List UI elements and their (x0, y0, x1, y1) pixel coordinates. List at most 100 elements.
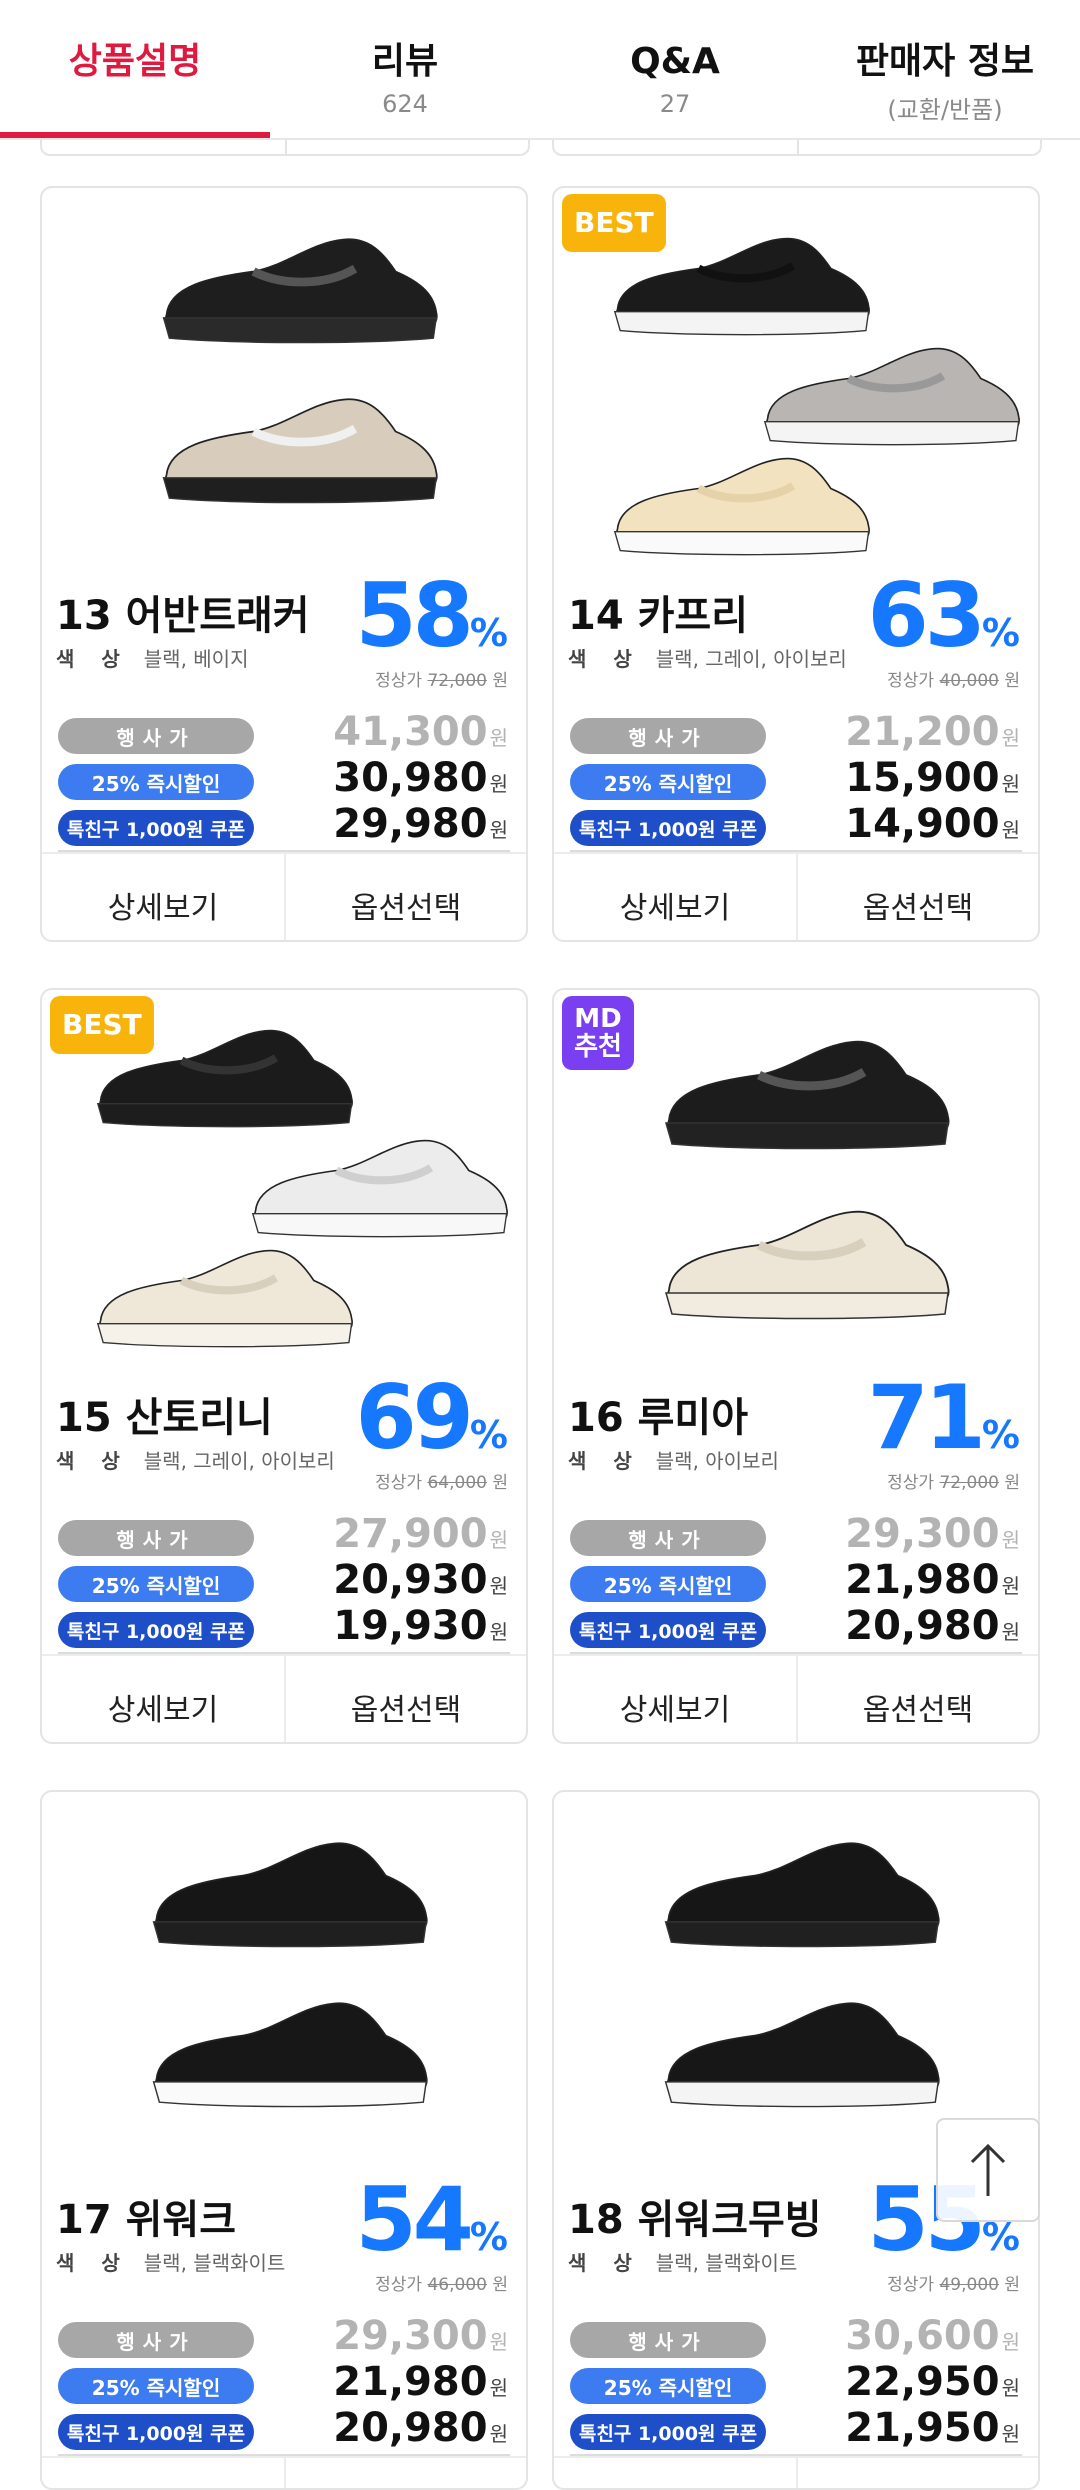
event-price: 29,300 원 (333, 2314, 508, 2364)
product-colors: 색 상 블랙, 그레이, 아이보리 (56, 1445, 335, 1474)
orig-value: 72,000 (427, 671, 487, 691)
option-select-button[interactable]: 옵션선택 (284, 854, 526, 940)
coupon-pill: 톡친구 1,000원 쿠폰 (58, 2414, 254, 2450)
product-title[interactable]: 18 위워크무빙 (568, 2187, 822, 2245)
event-price: 21,200 원 (845, 710, 1020, 760)
discount-value: 63 (867, 564, 985, 667)
percent-sign: % (469, 1413, 508, 1457)
tab-label: 판매자 정보 (855, 41, 1035, 82)
coupon-pill: 톡친구 1,000원 쿠폰 (58, 1612, 254, 1648)
option-select-button[interactable]: 옵션선택 (796, 854, 1038, 940)
card-actions: 상세보기 옵션선택 (554, 1654, 1038, 1742)
event-price-pill: 행사가 (570, 718, 766, 754)
instant-discount-pill: 25% 즉시할인 (58, 2368, 254, 2404)
product-colors: 색 상 블랙, 블랙화이트 (568, 2247, 797, 2276)
event-price: 41,300 원 (333, 710, 508, 760)
price-value: 29,300 (333, 2313, 488, 2359)
detail-button[interactable]: 상세보기 (554, 854, 796, 940)
product-card[interactable]: 13 어반트래커 색 상 블랙, 베이지 58% 정상가 72,000 원 행사가… (40, 186, 528, 942)
tab-reviews[interactable]: 리뷰 624 (270, 0, 540, 138)
orig-prefix: 정상가 (375, 1473, 423, 1493)
product-card[interactable]: BEST 14 카프리 색 상 블랙, 그레이, 아이보리 63% 정상가 40,… (552, 186, 1040, 942)
tab-qna[interactable]: Q&A 27 (540, 0, 810, 138)
color-values: 블랙, 베이지 (143, 647, 249, 671)
tab-label: 상품설명 (68, 41, 202, 82)
event-price: 29,300 원 (845, 1512, 1020, 1562)
discount-value: 54 (355, 2168, 473, 2271)
original-price: 정상가 46,000 원 (375, 2270, 508, 2295)
color-label: 색 상 (568, 1449, 642, 1473)
product-colors: 색 상 블랙, 아이보리 (568, 1445, 779, 1474)
detail-button[interactable]: 상세보기 (554, 2458, 796, 2488)
won-unit: 원 (492, 2275, 508, 2295)
price-value: 20,980 (845, 1603, 1000, 1649)
detail-button[interactable]: 상세보기 (554, 1656, 796, 1742)
original-price: 정상가 49,000 원 (887, 2270, 1020, 2295)
detail-button[interactable]: 상세보기 (42, 1656, 284, 1742)
won-unit: 원 (492, 671, 508, 691)
instant-discount-price: 22,950 원 (845, 2360, 1020, 2410)
product-card[interactable]: 17 위워크 색 상 블랙, 블랙화이트 54% 정상가 46,000 원 행사가… (40, 1790, 528, 2490)
price-value: 41,300 (333, 709, 488, 755)
won-unit: 원 (1004, 671, 1020, 691)
price-value: 21,200 (845, 709, 1000, 755)
option-select-button[interactable]: 옵션선택 (284, 2458, 526, 2488)
card-actions: 상세보기 옵션선택 (42, 1654, 526, 1742)
price-value: 21,980 (333, 2359, 488, 2405)
product-title[interactable]: 17 위워크 (56, 2187, 236, 2245)
original-price: 정상가 40,000 원 (887, 666, 1020, 691)
discount-value: 71 (867, 1366, 985, 1469)
orig-prefix: 정상가 (375, 2275, 423, 2295)
original-price: 정상가 72,000 원 (887, 1468, 1020, 1493)
product-badge: BEST (562, 194, 666, 252)
tab-product-description[interactable]: 상품설명 (0, 0, 270, 138)
won-unit: 원 (489, 2376, 508, 2400)
won-unit: 원 (492, 1473, 508, 1493)
product-colors: 색 상 블랙, 그레이, 아이보리 (568, 643, 847, 672)
coupon-price: 20,980 원 (333, 2406, 508, 2456)
product-title[interactable]: 16 루미아 (568, 1385, 748, 1443)
option-select-button[interactable]: 옵션선택 (284, 1656, 526, 1742)
scroll-top-button[interactable] (936, 2118, 1040, 2222)
price-value: 20,980 (333, 2405, 488, 2451)
coupon-pill: 톡친구 1,000원 쿠폰 (570, 2414, 766, 2450)
event-price: 30,600 원 (845, 2314, 1020, 2364)
product-image[interactable] (42, 188, 526, 583)
product-colors: 색 상 블랙, 베이지 (56, 643, 248, 672)
product-title[interactable]: 13 어반트래커 (56, 583, 310, 641)
color-values: 블랙, 그레이, 아이보리 (143, 1449, 335, 1473)
detail-button[interactable]: 상세보기 (42, 2458, 284, 2488)
coupon-pill: 톡친구 1,000원 쿠폰 (570, 1612, 766, 1648)
product-title[interactable]: 14 카프리 (568, 583, 748, 641)
product-title[interactable]: 15 산토리니 (56, 1385, 273, 1443)
tab-label: Q&A (630, 41, 720, 82)
instant-discount-price: 21,980 원 (845, 1558, 1020, 1608)
won-unit: 원 (489, 726, 508, 750)
product-card[interactable]: BEST 15 산토리니 색 상 블랙, 그레이, 아이보리 69% 정상가 64… (40, 988, 528, 1744)
instant-discount-price: 21,980 원 (333, 2360, 508, 2410)
product-colors: 색 상 블랙, 블랙화이트 (56, 2247, 285, 2276)
option-select-button[interactable]: 옵션선택 (796, 1656, 1038, 1742)
option-select-button[interactable]: 옵션선택 (796, 2458, 1038, 2488)
won-unit: 원 (1001, 2376, 1020, 2400)
color-values: 블랙, 블랙화이트 (655, 2251, 798, 2275)
coupon-pill: 톡친구 1,000원 쿠폰 (570, 810, 766, 846)
product-card[interactable]: MD 추천 16 루미아 색 상 블랙, 아이보리 71% 정상가 72,000 … (552, 988, 1040, 1744)
tab-seller-info[interactable]: 판매자 정보 (교환/반품) (810, 0, 1080, 138)
detail-button[interactable]: 상세보기 (42, 854, 284, 940)
color-values: 블랙, 블랙화이트 (143, 2251, 286, 2275)
event-price-pill: 행사가 (570, 2322, 766, 2358)
product-image[interactable] (42, 1792, 526, 2187)
won-unit: 원 (1001, 772, 1020, 796)
card-actions: 상세보기 옵션선택 (554, 2456, 1038, 2488)
won-unit: 원 (489, 818, 508, 842)
card-actions: 상세보기 옵션선택 (42, 2456, 526, 2488)
color-label: 색 상 (56, 1449, 130, 1473)
arrow-up-icon (970, 2143, 1006, 2196)
tab-label: 리뷰 (371, 41, 439, 82)
won-unit: 원 (1004, 1473, 1020, 1493)
percent-sign: % (981, 1413, 1020, 1457)
orig-value: 49,000 (939, 2275, 999, 2295)
orig-value: 64,000 (427, 1473, 487, 1493)
event-price-pill: 행사가 (58, 718, 254, 754)
